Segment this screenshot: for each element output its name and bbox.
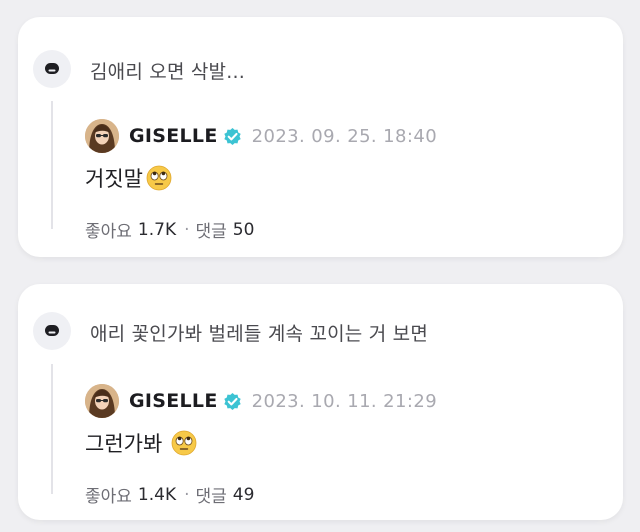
artist-name[interactable]: GISELLE (129, 390, 218, 412)
comments-count[interactable]: 50 (233, 220, 255, 240)
artist-reply[interactable]: GISELLE 2023. 09. 25. 18:40 거짓말 좋아요 1.7K… (85, 119, 605, 242)
stats-separator: · (184, 219, 190, 240)
thread-line (51, 364, 53, 494)
artist-avatar[interactable] (85, 384, 119, 418)
comments-label: 댓글 (195, 222, 227, 242)
likes-count[interactable]: 1.7K (138, 220, 176, 240)
comments-count[interactable]: 49 (233, 485, 255, 505)
post-card[interactable]: 애리 꽃인가봐 벌레들 계속 꼬이는 거 보면 GISELLE 2023. 10… (18, 284, 623, 520)
verified-badge-icon (223, 127, 242, 146)
fan-question-text: 김애리 오면 삭발... (90, 61, 245, 83)
likes-count[interactable]: 1.4K (138, 485, 176, 505)
post-card[interactable]: 김애리 오면 삭발... GISELLE 2023. 09. 25. 18:40… (18, 17, 623, 257)
fan-question-text: 애리 꽃인가봐 벌레들 계속 꼬이는 거 보면 (90, 323, 428, 345)
artist-name[interactable]: GISELLE (129, 125, 218, 147)
reply-message: 거짓말 (85, 167, 143, 191)
timestamp: 2023. 09. 25. 18:40 (251, 125, 438, 147)
reply-message: 그런가봐 (85, 432, 163, 456)
rolling-eyes-emoji-icon (171, 430, 197, 456)
verified-badge-icon (223, 392, 242, 411)
rolling-eyes-emoji-icon (146, 165, 172, 191)
comments-label: 댓글 (195, 487, 227, 507)
timestamp: 2023. 10. 11. 21:29 (251, 390, 438, 412)
chat-bubble-icon (33, 312, 71, 350)
likes-label: 좋아요 (85, 487, 132, 507)
artist-reply[interactable]: GISELLE 2023. 10. 11. 21:29 그런가봐 좋아요 1.4… (85, 384, 605, 507)
stats-separator: · (184, 484, 190, 505)
chat-bubble-icon (33, 50, 71, 88)
likes-label: 좋아요 (85, 222, 132, 242)
artist-avatar[interactable] (85, 119, 119, 153)
thread-line (51, 101, 53, 229)
